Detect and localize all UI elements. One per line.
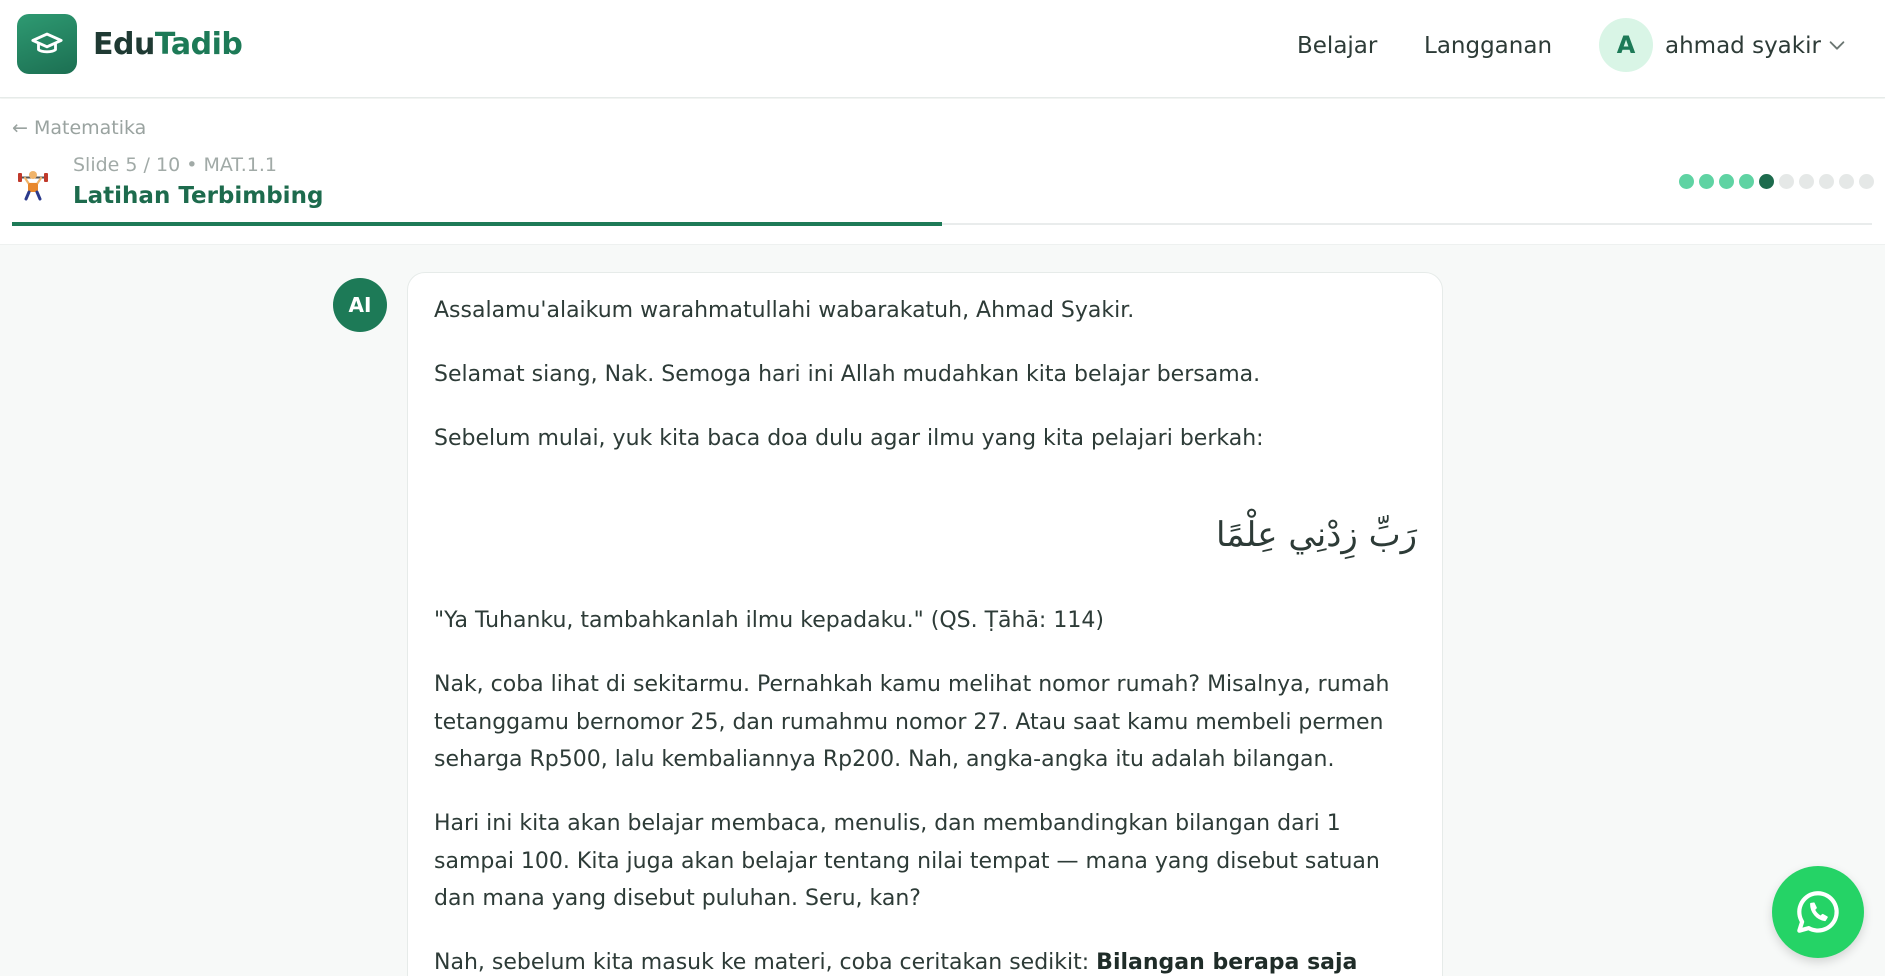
chevron-down-icon[interactable] xyxy=(1826,34,1848,56)
brand-tadib: Tadib xyxy=(154,27,243,62)
slide-progress-dots xyxy=(1679,174,1874,189)
ai-avatar: AI xyxy=(333,278,387,332)
slide-dot[interactable] xyxy=(1779,174,1794,189)
back-to-matematika-link[interactable]: ← Matematika xyxy=(12,115,146,141)
nav-langganan[interactable]: Langganan xyxy=(1424,31,1552,61)
brand-edu: Edu xyxy=(93,27,155,62)
slide-meta: Slide 5 / 10 • MAT.1.1 xyxy=(73,154,277,176)
objective-paragraph: Hari ini kita akan belajar membaca, menu… xyxy=(434,811,1380,911)
weightlifter-icon xyxy=(18,171,48,201)
user-name[interactable]: ahmad syakir xyxy=(1665,31,1821,61)
lesson-header: ← Matematika Slide 5 / 10 • MAT.1.1 Lati… xyxy=(0,99,1885,245)
slide-dot[interactable] xyxy=(1699,174,1714,189)
question-paragraph: Nah, sebelum kita masuk ke materi, coba … xyxy=(434,944,1419,976)
slide-dot[interactable] xyxy=(1859,174,1874,189)
salutation-text: Selamat siang, Nak. Semoga hari ini Alla… xyxy=(434,362,1261,387)
slide-dot[interactable] xyxy=(1839,174,1854,189)
nav-belajar[interactable]: Belajar xyxy=(1297,31,1377,61)
greeting-text: Assalamu'alaikum warahmatullahi wabaraka… xyxy=(434,298,1135,323)
doa-intro-text: Sebelum mulai, yuk kita baca doa dulu ag… xyxy=(434,426,1264,451)
arabic-doa: رَبِّ زِدْنِي عِلْمًا xyxy=(1216,515,1417,555)
user-avatar[interactable]: A xyxy=(1599,18,1653,72)
top-header: EduTadib Belajar Langganan A ahmad syaki… xyxy=(0,0,1885,98)
question-intro: Nah, sebelum kita masuk ke materi, coba … xyxy=(434,950,1097,975)
slide-dot[interactable] xyxy=(1739,174,1754,189)
whatsapp-icon xyxy=(1797,891,1839,933)
logo[interactable] xyxy=(17,14,77,74)
graduation-cap-icon xyxy=(31,32,63,54)
context-paragraph: Nak, coba lihat di sekitarmu. Pernahkah … xyxy=(434,672,1390,772)
slide-dot[interactable] xyxy=(1759,174,1774,189)
brand-name[interactable]: EduTadib xyxy=(93,27,243,63)
slide-dot[interactable] xyxy=(1799,174,1814,189)
progress-fill xyxy=(12,222,942,226)
slide-title: Latihan Terbimbing xyxy=(73,183,324,209)
doa-translation: "Ya Tuhanku, tambahkanlah ilmu kepadaku.… xyxy=(434,608,1104,633)
progress-track xyxy=(12,222,1872,226)
slide-dot[interactable] xyxy=(1679,174,1694,189)
whatsapp-button[interactable] xyxy=(1772,866,1864,958)
slide-dot[interactable] xyxy=(1819,174,1834,189)
slide-dot[interactable] xyxy=(1719,174,1734,189)
